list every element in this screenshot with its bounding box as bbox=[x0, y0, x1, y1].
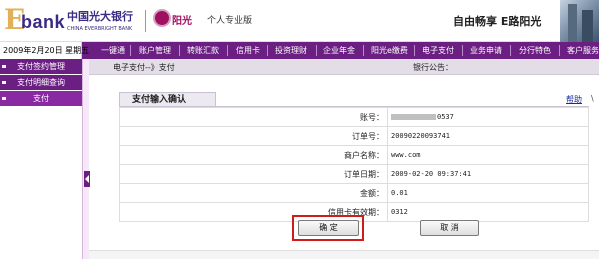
nav-item-onekey[interactable]: 一键通 bbox=[101, 42, 125, 59]
order-number: 20090220093741 bbox=[387, 126, 589, 146]
nav-item-epay[interactable]: 阳光e缴费 bbox=[371, 42, 408, 59]
confirm-button[interactable]: 确 定 bbox=[298, 220, 359, 236]
nav-divider bbox=[267, 45, 268, 56]
nav-divider bbox=[363, 45, 364, 56]
account-value: 0537 bbox=[387, 107, 589, 127]
field-label: 金额： bbox=[119, 183, 388, 203]
building-shape bbox=[568, 4, 577, 42]
nav-divider bbox=[130, 45, 131, 56]
amount: 0.01 bbox=[387, 183, 589, 203]
breadcrumb: 电子支付--》支付 bbox=[113, 63, 175, 72]
ebank-logo: E bank bbox=[4, 6, 66, 34]
bullet-icon bbox=[2, 81, 6, 84]
bank-name-cn: 中国光大银行 bbox=[67, 10, 133, 23]
sidebar-item-label: 支付明细查询 bbox=[17, 78, 65, 87]
sidebar-item-label: 支付签约管理 bbox=[17, 62, 65, 71]
bottom-scroll-area bbox=[89, 250, 599, 259]
current-date: 2009年2月20日 星期五 bbox=[0, 42, 89, 59]
field-label: 商户名称： bbox=[119, 145, 388, 165]
bank-name-en: CHINA EVERBRIGHT BANK bbox=[67, 26, 133, 32]
field-label: 订单日期： bbox=[119, 164, 388, 184]
sidebar-edge bbox=[82, 59, 89, 259]
nav-divider bbox=[462, 45, 463, 56]
help-link[interactable]: 帮助 bbox=[566, 94, 582, 105]
nav-item-application[interactable]: 业务申请 bbox=[470, 42, 502, 59]
bank-name: 中国光大银行 CHINA EVERBRIGHT BANK bbox=[67, 8, 139, 32]
edition-label: 个人专业版 bbox=[207, 16, 253, 26]
cancel-button[interactable]: 取 消 bbox=[420, 220, 479, 236]
nav-item-branch[interactable]: 分行特色 bbox=[519, 42, 551, 59]
nav-divider bbox=[559, 45, 560, 56]
order-date: 2009-02-20 09:37:41 bbox=[387, 164, 589, 184]
panel-title: 支付输入确认 bbox=[119, 92, 216, 107]
nav-item-credit-card[interactable]: 信用卡 bbox=[236, 42, 260, 59]
nav-item-pension[interactable]: 企业年金 bbox=[323, 42, 355, 59]
nav-item-service[interactable]: 客户服务 bbox=[567, 42, 599, 59]
arrow-left-icon bbox=[85, 175, 89, 183]
nav-divider bbox=[510, 45, 511, 56]
merchant-name: www.com bbox=[387, 145, 589, 165]
brand-name: 阳光 bbox=[172, 16, 192, 27]
nav-divider bbox=[227, 45, 228, 56]
nav-divider bbox=[316, 45, 317, 56]
nav-divider bbox=[179, 45, 180, 56]
sidebar-item-label: 支付 bbox=[33, 94, 49, 103]
field-label: 订单号： bbox=[119, 126, 388, 146]
nav-item-investment[interactable]: 投资理财 bbox=[275, 42, 307, 59]
account-suffix: 0537 bbox=[437, 113, 454, 121]
slogan: 自由畅享 E路阳光 bbox=[453, 15, 542, 28]
nav-divider bbox=[414, 45, 415, 56]
table-row: 订单日期： 2009-02-20 09:37:41 bbox=[119, 164, 589, 184]
collapse-sidebar-button[interactable] bbox=[84, 171, 90, 187]
field-label: 账号： bbox=[119, 107, 388, 127]
building-shape bbox=[582, 10, 593, 42]
page-header: E bank 中国光大银行 CHINA EVERBRIGHT BANK 阳光 个… bbox=[0, 0, 599, 42]
nav-item-transfer[interactable]: 转账汇款 bbox=[187, 42, 219, 59]
nav-item-account[interactable]: 账户管理 bbox=[139, 42, 171, 59]
nav-item-e-payment[interactable]: 电子支付 bbox=[422, 42, 454, 59]
logo-bank-text: bank bbox=[21, 12, 66, 32]
card-expiry: 0312 bbox=[387, 202, 589, 222]
table-row: 账号： 0537 bbox=[119, 107, 589, 127]
table-row: 商户名称： www.com bbox=[119, 145, 589, 165]
table-row: 金额： 0.01 bbox=[119, 183, 589, 203]
masked-account bbox=[391, 114, 436, 120]
bullet-icon bbox=[2, 65, 6, 68]
skyline-image bbox=[560, 0, 599, 42]
bank-notice-label: 银行公告： bbox=[413, 63, 453, 72]
payment-confirm-table: 账号： 0537 订单号： 20090220093741 商户名称： www.c… bbox=[119, 107, 589, 222]
bullet-icon bbox=[2, 97, 6, 100]
sidebar-item-pay[interactable]: 支付 bbox=[0, 91, 82, 107]
sidebar-item-contract[interactable]: 支付签约管理 bbox=[0, 59, 82, 75]
sidebar-item-detail-query[interactable]: 支付明细查询 bbox=[0, 75, 82, 91]
table-row: 订单号： 20090220093741 bbox=[119, 126, 589, 146]
sunshine-badge-icon bbox=[153, 9, 171, 27]
header-divider bbox=[145, 10, 146, 32]
help-extra: \ bbox=[591, 94, 594, 103]
